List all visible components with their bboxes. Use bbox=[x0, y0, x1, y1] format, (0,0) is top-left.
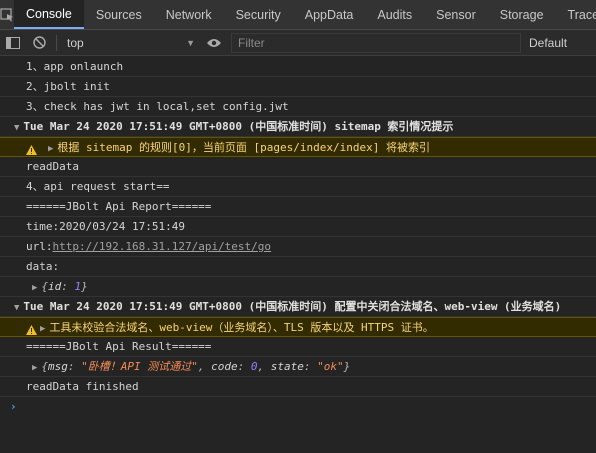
url-link[interactable]: http://192.168.31.127/api/test/go bbox=[53, 240, 272, 253]
context-selector[interactable]: top ▼ bbox=[61, 36, 201, 50]
inspect-element-icon[interactable] bbox=[0, 0, 14, 29]
dropdown-arrow-icon: ▼ bbox=[186, 37, 195, 48]
tab-console[interactable]: Console bbox=[14, 0, 84, 29]
tab-storage[interactable]: Storage bbox=[488, 0, 556, 29]
log-levels-dropdown[interactable]: Default bbox=[529, 36, 567, 50]
object-line[interactable]: ▶ {msg: "卧槽！API 测试通过", code: 0, state: "o… bbox=[0, 357, 596, 377]
object-value: "卧槽！API 测试通过" bbox=[81, 360, 198, 373]
log-line: ======JBolt Api Result====== bbox=[0, 337, 596, 357]
console-output: 1、app onlaunch 2、jbolt init 3、check has … bbox=[0, 57, 596, 453]
expand-triangle-icon[interactable]: ▶ bbox=[32, 359, 37, 376]
log-line: 1、app onlaunch bbox=[0, 57, 596, 77]
log-line: readData bbox=[0, 157, 596, 177]
devtools-tabbar: Console Sources Network Security AppData… bbox=[0, 0, 596, 30]
log-group-header[interactable]: ▼ Tue Mar 24 2020 17:51:49 GMT+0800 (中国标准… bbox=[0, 117, 596, 137]
tab-security[interactable]: Security bbox=[224, 0, 293, 29]
warning-icon bbox=[26, 322, 37, 336]
console-prompt[interactable]: › bbox=[0, 397, 596, 417]
warning-icon bbox=[26, 142, 37, 156]
log-line: 2、jbolt init bbox=[0, 77, 596, 97]
expand-triangle-icon[interactable]: ▶ bbox=[48, 140, 53, 156]
tab-audits[interactable]: Audits bbox=[365, 0, 424, 29]
url-label: url: bbox=[26, 240, 53, 253]
warning-line: ▶ 工具未校验合法域名、web-view（业务域名）、TLS 版本以及 HTTPS… bbox=[0, 317, 596, 337]
tab-sensor[interactable]: Sensor bbox=[424, 0, 488, 29]
log-line: url:http://192.168.31.127/api/test/go bbox=[0, 237, 596, 257]
warning-text: 根据 sitemap 的规则[0]，当前页面 [pages/index/inde… bbox=[57, 141, 430, 154]
object-key: id bbox=[48, 280, 62, 293]
object-value: 0 bbox=[250, 360, 258, 373]
expand-triangle-icon[interactable]: ▼ bbox=[14, 299, 19, 316]
expand-triangle-icon[interactable]: ▼ bbox=[14, 119, 19, 136]
object-key: code bbox=[211, 360, 238, 373]
context-label: top bbox=[67, 35, 84, 50]
clear-console-icon[interactable] bbox=[26, 30, 52, 55]
log-group-header[interactable]: ▼ Tue Mar 24 2020 17:51:49 GMT+0800 (中国标准… bbox=[0, 297, 596, 317]
live-expression-eye-icon[interactable] bbox=[201, 30, 227, 55]
brace-close: } bbox=[81, 280, 88, 293]
filter-input[interactable]: Filter bbox=[231, 32, 521, 53]
object-key: msg bbox=[48, 360, 68, 373]
log-line: ======JBolt Api Report====== bbox=[0, 197, 596, 217]
log-line: 4、api request start== bbox=[0, 177, 596, 197]
expand-triangle-icon[interactable]: ▶ bbox=[32, 279, 37, 296]
expand-triangle-icon[interactable]: ▶ bbox=[40, 320, 45, 336]
object-line[interactable]: ▶ {id: 1} bbox=[0, 277, 596, 297]
sidebar-toggle-icon[interactable] bbox=[0, 30, 26, 55]
log-line: 3、check has jwt in local,set config.jwt bbox=[0, 97, 596, 117]
tab-appdata[interactable]: AppData bbox=[293, 0, 366, 29]
group-label: Tue Mar 24 2020 17:51:49 GMT+0800 (中国标准时… bbox=[23, 300, 562, 313]
object-key: state bbox=[270, 360, 304, 373]
object-value: "ok" bbox=[317, 360, 344, 373]
warning-line: ▶ 根据 sitemap 的规则[0]，当前页面 [pages/index/ind… bbox=[0, 137, 596, 157]
tab-trace[interactable]: Trace bbox=[556, 0, 596, 29]
log-line: data: bbox=[0, 257, 596, 277]
warning-text: 工具未校验合法域名、web-view（业务域名）、TLS 版本以及 HTTPS … bbox=[49, 321, 434, 334]
toolbar-divider bbox=[56, 34, 57, 51]
group-label: Tue Mar 24 2020 17:51:49 GMT+0800 (中国标准时… bbox=[23, 120, 454, 133]
log-line: time:2020/03/24 17:51:49 bbox=[0, 217, 596, 237]
console-toolbar: top ▼ Filter Default bbox=[0, 30, 596, 56]
log-line: readData finished bbox=[0, 377, 596, 397]
tab-network[interactable]: Network bbox=[154, 0, 224, 29]
tab-sources[interactable]: Sources bbox=[84, 0, 154, 29]
